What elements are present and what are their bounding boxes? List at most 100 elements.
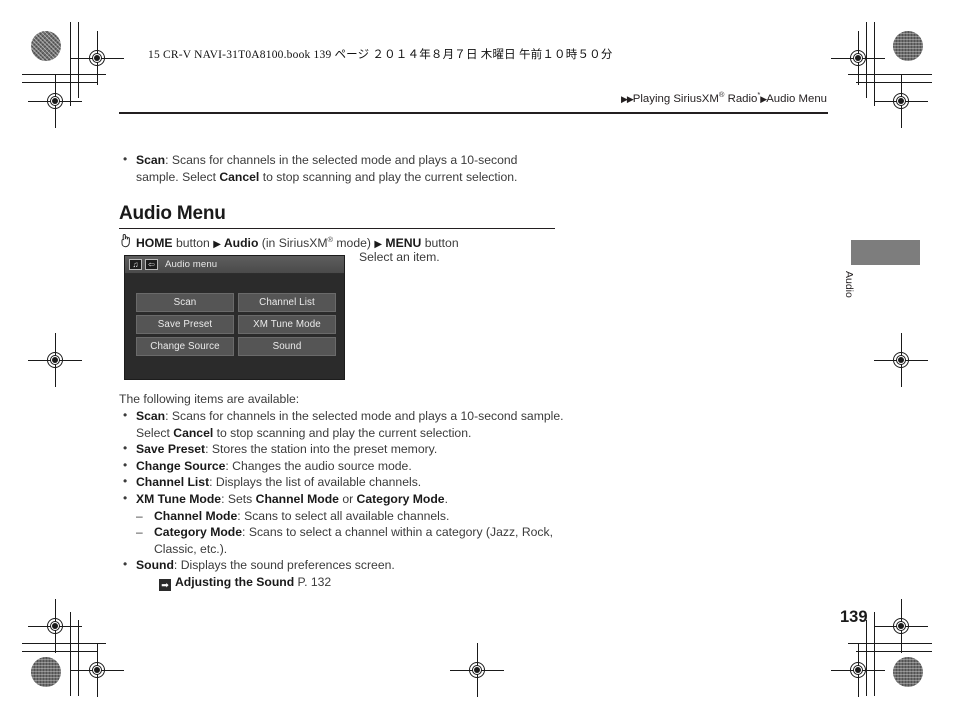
- sub-list-item-term: Channel Mode: [154, 508, 238, 523]
- page-number: 139: [840, 608, 868, 626]
- list-item-desc-post: .: [444, 491, 448, 506]
- list-item-desc: : Scans for channels in the selected mod…: [165, 409, 564, 423]
- trim-line: [856, 82, 932, 84]
- header-rule: [119, 112, 828, 114]
- registration-mark: [874, 333, 928, 387]
- list-item-line2-post: to stop scanning and play the current se…: [213, 425, 472, 440]
- trim-line: [70, 22, 72, 106]
- breadcrumb-item-audio-menu: Audio Menu: [766, 92, 827, 105]
- list-item-line2-pre: Select: [182, 169, 220, 184]
- trim-line: [874, 22, 876, 106]
- page-title: Audio Menu: [119, 203, 226, 224]
- mode-tail: mode): [333, 236, 375, 251]
- intro-bullet-block: Scan: Scans for channels in the selected…: [119, 151, 559, 185]
- registration-mark: [28, 599, 82, 653]
- screen-button-xm-tune-mode[interactable]: XM Tune Mode: [238, 315, 336, 334]
- list-item-line2-pre: Select: [136, 425, 174, 440]
- list-item-term: Save Preset: [136, 442, 206, 457]
- list-item: Scan: Scans for channels in the selected…: [119, 151, 559, 185]
- audio-label: Audio: [220, 236, 259, 251]
- home-button-label: HOME: [136, 236, 173, 251]
- list-item-term: XM Tune Mode: [136, 491, 222, 506]
- screen-title-bar: ♫ ⇦ Audio menu: [125, 256, 344, 274]
- screen-button-save-preset[interactable]: Save Preset: [136, 315, 234, 334]
- registration-mark: [28, 333, 82, 387]
- registration-mark: [874, 599, 928, 653]
- registration-mark: [874, 74, 928, 128]
- list-item-term: Channel List: [136, 475, 210, 490]
- color-patch-bottom-left: [31, 657, 61, 687]
- return-arrow-icon: ⇦: [145, 259, 158, 270]
- list-item-term: Scan: [136, 153, 166, 167]
- trim-line: [22, 74, 106, 76]
- list-item-desc: : Displays the sound preferences screen.: [173, 558, 395, 573]
- list-item-desc: : Changes the audio source mode.: [225, 458, 412, 473]
- sub-list-item: Category Mode: Scans to select a channel…: [136, 524, 564, 557]
- path-arrow-icon: ▶: [213, 239, 221, 251]
- list-item: XM Tune Mode: Sets Channel Mode or Categ…: [119, 490, 564, 558]
- screen-button-channel-list[interactable]: Channel List: [238, 293, 336, 312]
- trim-line: [22, 651, 98, 653]
- breadcrumb-arrow-icon: ▶▶: [620, 93, 634, 104]
- trim-line: [22, 643, 106, 645]
- list-item: Channel List: Displays the list of avail…: [119, 473, 564, 491]
- registration-mark: [70, 31, 124, 85]
- list-item-line2-post: to stop scanning and play the current se…: [259, 169, 518, 184]
- reference-page: P. 132: [294, 574, 332, 589]
- list-item-desc-pre: : Sets: [221, 491, 256, 506]
- music-note-icon: ♫: [129, 259, 142, 270]
- breadcrumb-item-playing-siriusxm-radio: Playing SiriusXM: [632, 92, 719, 105]
- list-item-term: Sound: [136, 558, 174, 573]
- trim-line: [856, 651, 932, 653]
- manual-page: 15 CR-V NAVI-31T0A8100.book 139 ページ ２０１４…: [0, 0, 954, 718]
- home-button-tail: button: [172, 236, 214, 251]
- list-item-line2-bold: Cancel: [219, 169, 260, 184]
- mode-text: (in SiriusXM: [258, 236, 328, 251]
- list-item-term: Scan: [136, 409, 166, 423]
- screen-button-scan[interactable]: Scan: [136, 293, 234, 312]
- sub-list-item-term: Category Mode: [154, 525, 243, 540]
- breadcrumb: ▶▶Playing SiriusXM® Radio*▶Audio Menu: [621, 90, 827, 105]
- reference-arrow-icon: ➡: [159, 578, 171, 591]
- sub-list: Channel Mode: Scans to select all availa…: [136, 508, 564, 558]
- registration-mark: [28, 74, 82, 128]
- book-slug-line: 15 CR-V NAVI-31T0A8100.book 139 ページ ２０１４…: [148, 49, 613, 61]
- select-an-item-note: Select an item.: [359, 250, 440, 264]
- device-screen-illustration: ♫ ⇦ Audio menu Scan Channel List Save Pr…: [124, 255, 345, 380]
- path-arrow-icon: ▶: [374, 239, 383, 251]
- list-item-desc: : Stores the station into the preset mem…: [205, 442, 438, 457]
- screen-button-grid: Scan Channel List Save Preset XM Tune Mo…: [136, 293, 336, 356]
- list-item-line2-bold: Cancel: [173, 425, 214, 440]
- screen-button-change-source[interactable]: Change Source: [136, 337, 234, 356]
- list-item: Scan: Scans for channels in the selected…: [119, 407, 564, 441]
- menu-button-tail: button: [421, 236, 459, 251]
- screen-title: Audio menu: [165, 259, 218, 270]
- trim-line: [78, 22, 80, 98]
- breadcrumb-item-radio-tail: Radio: [724, 92, 758, 105]
- items-list-block: Scan: Scans for channels in the selected…: [119, 407, 564, 591]
- color-patch-top-left: [31, 31, 61, 61]
- registration-mark: [831, 31, 885, 85]
- list-item-desc: : Displays the list of available channel…: [209, 475, 422, 490]
- screen-button-sound[interactable]: Sound: [238, 337, 336, 356]
- list-item-term: Change Source: [136, 458, 226, 473]
- color-patch-top-right: [893, 31, 923, 61]
- sub-list-item: Channel Mode: Scans to select all availa…: [136, 508, 564, 525]
- cross-reference[interactable]: ➡ Adjusting the Sound P. 132: [159, 574, 564, 591]
- hand-pointer-icon: [119, 233, 133, 248]
- list-item-desc-mid: or: [338, 491, 357, 506]
- trim-line: [848, 643, 932, 645]
- menu-button-label: MENU: [382, 236, 422, 251]
- items-lead-text: The following items are available:: [119, 392, 300, 406]
- registration-mark: [831, 643, 885, 697]
- list-item-desc-bold-2: Category Mode: [356, 491, 445, 506]
- side-tab-marker: [851, 240, 920, 265]
- trim-line: [848, 74, 932, 76]
- reference-label: Adjusting the Sound: [175, 574, 295, 589]
- title-rule: [119, 228, 555, 230]
- list-item: Save Preset: Stores the station into the…: [119, 440, 564, 458]
- registration-mark: [70, 643, 124, 697]
- sub-list-item-desc: : Scans to select all available channels…: [237, 508, 450, 523]
- side-tab-label: Audio: [843, 271, 855, 298]
- trim-line: [78, 620, 80, 696]
